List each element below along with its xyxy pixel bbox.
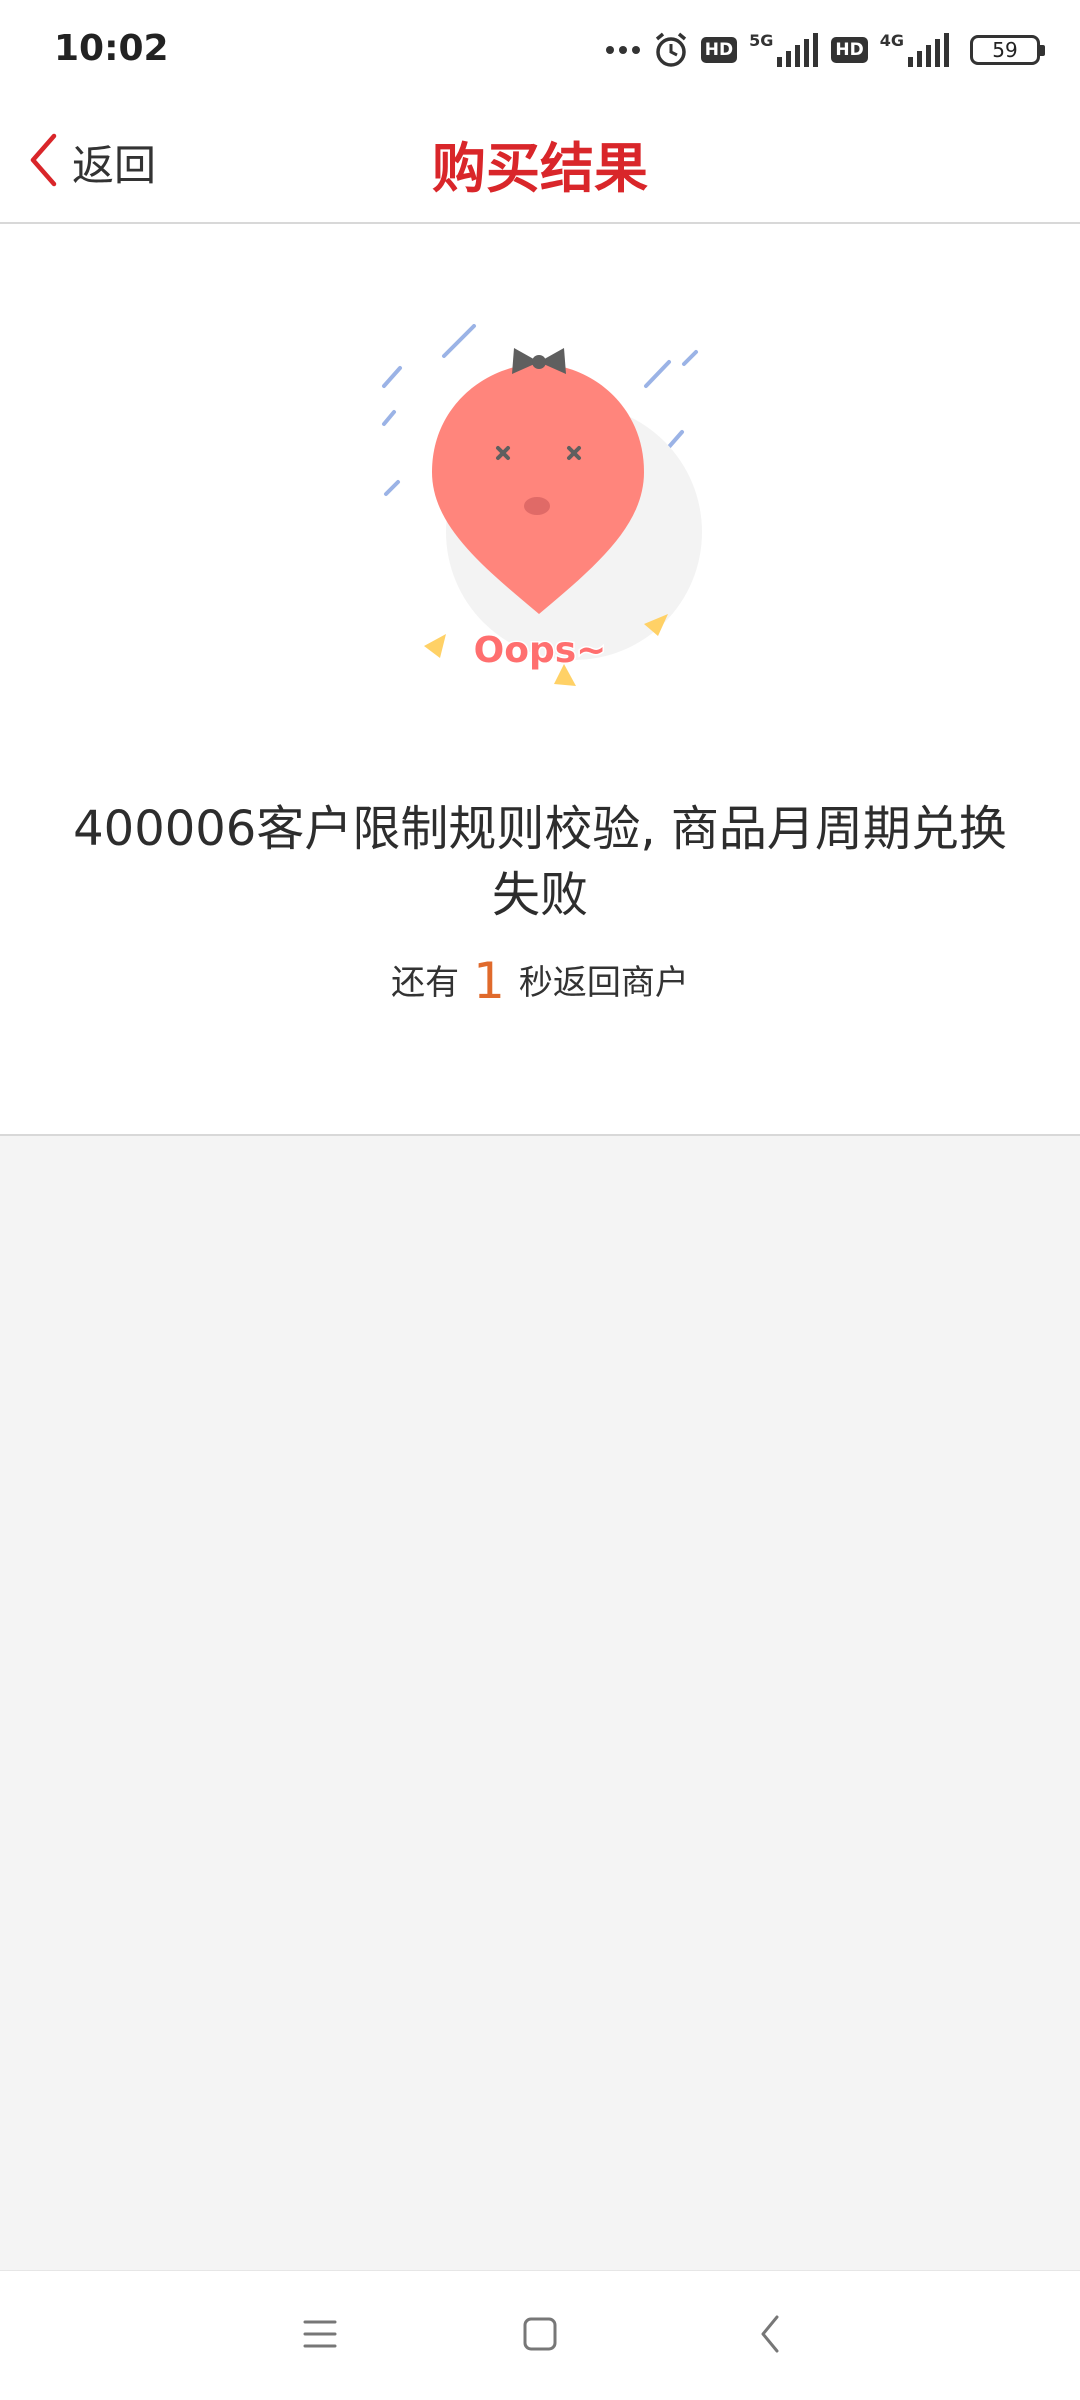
battery-icon: 59 xyxy=(970,35,1045,65)
menu-button[interactable] xyxy=(290,2306,350,2366)
alarm-icon xyxy=(653,31,689,69)
more-dots-icon xyxy=(605,44,641,56)
signal-4g-icon: 4G xyxy=(880,33,950,67)
signal-5g-icon: 5G xyxy=(749,33,819,67)
oops-illustration: Oops~ xyxy=(382,324,702,686)
countdown-seconds: 1 xyxy=(473,952,505,1010)
home-button[interactable] xyxy=(510,2306,570,2366)
countdown-text: 还有 1 秒返回商户 xyxy=(0,952,1080,1010)
countdown-suffix: 秒返回商户 xyxy=(518,963,689,1003)
status-bar: 10:02 HD 5G HD 4G 59 xyxy=(0,0,1080,100)
network-label-4g: 4G xyxy=(879,31,904,50)
hd-icon: HD xyxy=(700,37,738,63)
page-title: 购买结果 xyxy=(432,137,648,200)
back-icon xyxy=(759,2314,781,2358)
system-back-button[interactable] xyxy=(740,2306,800,2366)
back-button[interactable]: 返回 xyxy=(28,122,156,202)
countdown-prefix: 还有 xyxy=(391,963,460,1003)
oops-label: Oops~ xyxy=(474,630,607,671)
error-message: 400006客户限制规则校验, 商品月周期兑换失败 xyxy=(73,801,1007,923)
hd-icon: HD xyxy=(831,37,868,63)
network-label-5g: 5G xyxy=(749,31,774,50)
status-time: 10:02 xyxy=(54,28,169,69)
result-card: Oops~ 400006客户限制规则校验, 商品月周期兑换失败 还有 1 秒返回商户 xyxy=(0,224,1080,1136)
nav-bar: 返回 购买结果 xyxy=(0,100,1080,224)
chevron-left-icon xyxy=(28,132,58,192)
battery-level: 59 xyxy=(992,38,1018,62)
system-nav-bar xyxy=(0,2270,1080,2400)
home-icon xyxy=(522,2316,558,2356)
back-label: 返回 xyxy=(72,140,157,190)
menu-icon xyxy=(303,2319,337,2353)
status-icons: HD 5G HD 4G 59 xyxy=(605,28,1045,72)
